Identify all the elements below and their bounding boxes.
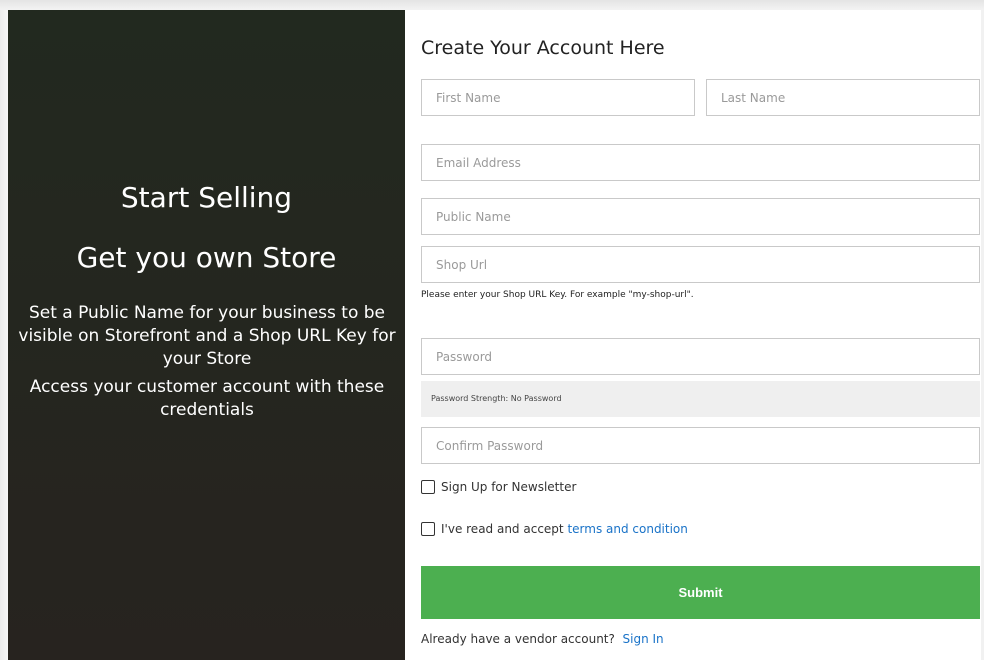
promo-title: Start Selling — [120, 181, 293, 214]
newsletter-label: Sign Up for Newsletter — [441, 480, 577, 494]
promo-panel: Start Selling Get you own Store Set a Pu… — [8, 10, 405, 660]
terms-option: I've read and accept terms and condition — [421, 522, 688, 536]
newsletter-option[interactable]: Sign Up for Newsletter — [421, 480, 576, 494]
email-input[interactable] — [421, 144, 980, 181]
terms-text: I've read and accept — [441, 522, 568, 536]
password-strength-meter: Password Strength: No Password — [421, 381, 980, 417]
shop-url-hint: Please enter your Shop URL Key. For exam… — [421, 290, 694, 300]
shop-url-input[interactable] — [421, 246, 980, 283]
signin-row: Already have a vendor account? Sign In — [421, 632, 664, 646]
password-input[interactable] — [421, 338, 980, 375]
promo-paragraph-credentials: Access your customer account with these … — [29, 377, 385, 420]
signin-prompt: Already have a vendor account? — [421, 632, 619, 646]
form-title: Create Your Account Here — [421, 37, 665, 59]
left-edge — [0, 10, 8, 660]
promo-paragraph-public-name: Set a Public Name for your business to b… — [18, 303, 396, 369]
signin-link[interactable]: Sign In — [623, 632, 664, 646]
public-name-input[interactable] — [421, 198, 980, 235]
terms-checkbox[interactable] — [421, 522, 435, 536]
top-shadow — [0, 0, 984, 10]
newsletter-checkbox[interactable] — [421, 480, 435, 494]
terms-link[interactable]: terms and condition — [567, 522, 687, 536]
promo-subtitle: Get you own Store — [76, 241, 337, 274]
submit-button[interactable]: Submit — [421, 566, 980, 619]
first-name-input[interactable] — [421, 79, 695, 116]
last-name-input[interactable] — [706, 79, 980, 116]
confirm-password-input[interactable] — [421, 427, 980, 464]
